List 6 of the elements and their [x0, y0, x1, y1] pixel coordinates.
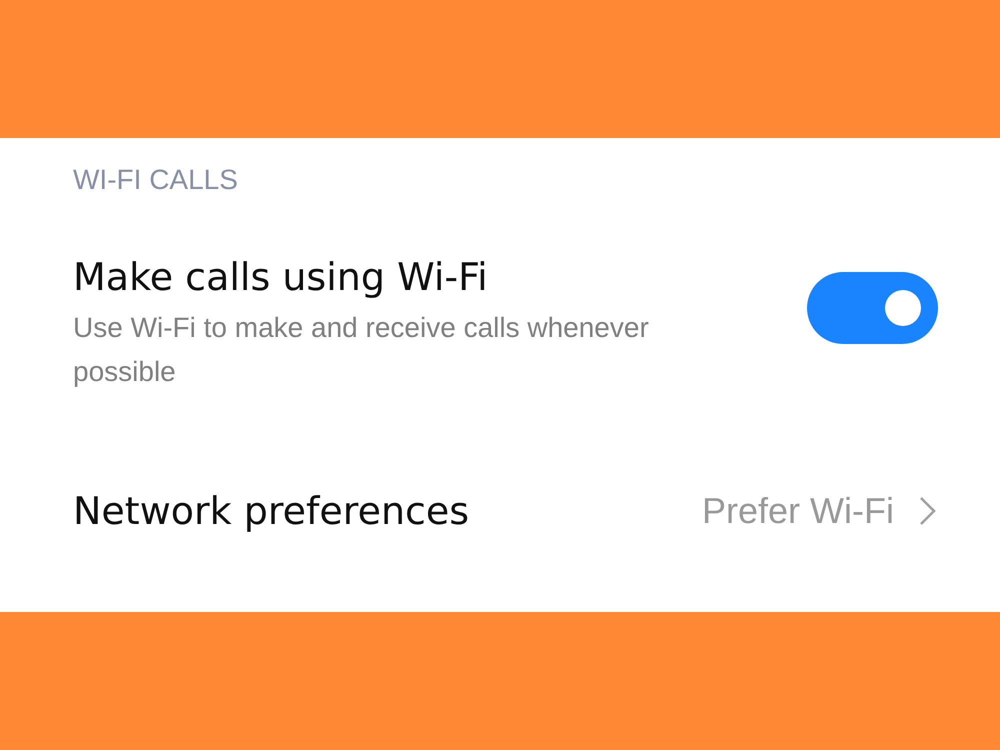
setting-title: Network preferences [73, 488, 470, 535]
setting-title: Make calls using Wi-Fi [73, 254, 489, 301]
setting-value: Prefer Wi-Fi [702, 490, 894, 532]
section-header: WI-FI CALLS [73, 163, 239, 197]
chevron-right-icon[interactable] [918, 495, 938, 527]
setting-description: Use Wi-Fi to make and receive calls whenever possible [73, 311, 650, 389]
